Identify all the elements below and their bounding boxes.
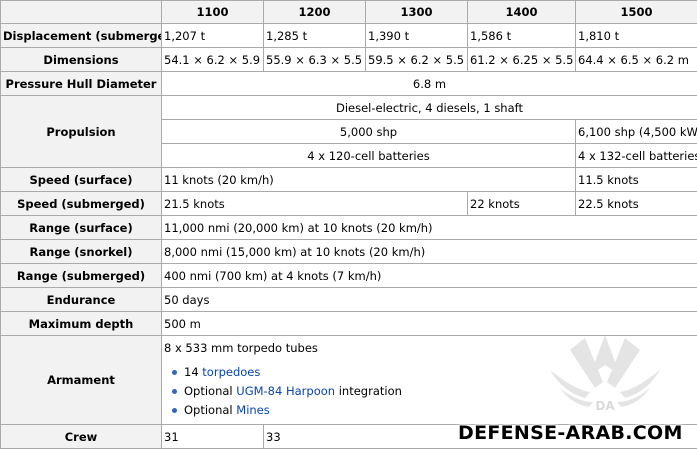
cell-value: 61.2 × 6.25 × 5.5 m: [467, 47, 576, 72]
row-dimensions: Dimensions 54.1 × 6.2 × 5.9 m 55.9 × 6.3…: [0, 47, 697, 72]
cell-value: 21.5 knots: [161, 191, 468, 216]
cell-value: 5,000 shp: [161, 119, 576, 144]
row-label: Propulsion: [0, 95, 162, 168]
header-row: 1100 1200 1300 1400 1500: [0, 0, 697, 24]
header-1100: 1100: [161, 0, 264, 24]
mines-link[interactable]: Mines: [236, 403, 269, 417]
torpedoes-link[interactable]: torpedoes: [202, 365, 260, 379]
row-label: Range (snorkel): [0, 239, 162, 264]
header-1400: 1400: [467, 0, 576, 24]
cell-value: 1,207 t: [161, 23, 264, 48]
cell-value: 55.9 × 6.3 × 5.5 m: [263, 47, 366, 72]
cell-value: 8,000 nmi (15,000 km) at 10 knots (20 km…: [161, 239, 697, 264]
cell-value: 54.1 × 6.2 × 5.9 m: [161, 47, 264, 72]
row-label: Range (submerged): [0, 263, 162, 288]
cell-value: 1,810 t: [575, 23, 697, 48]
cell-value: 6.8 m: [161, 71, 697, 96]
cell-value: 1,390 t: [365, 23, 468, 48]
armament-item-text: Optional: [184, 402, 237, 417]
row-label: Speed (surface): [0, 167, 162, 192]
row-label: Dimensions: [0, 47, 162, 72]
header-1500: 1500: [575, 0, 697, 24]
row-label: Armament: [0, 335, 162, 425]
watermark-logo-icon: DA: [550, 335, 660, 413]
row-label: Range (surface): [0, 215, 162, 240]
row-pressure-hull: Pressure Hull Diameter 6.8 m: [0, 71, 697, 96]
cell-value: 50 days: [161, 287, 697, 312]
row-speed-submerged: Speed (submerged) 21.5 knots 22 knots 22…: [0, 191, 697, 216]
row-range-surface: Range (surface) 11,000 nmi (20,000 km) a…: [0, 215, 697, 240]
cell-value: 11.5 knots: [575, 167, 697, 192]
cell-value: 1,285 t: [263, 23, 366, 48]
cell-value: 64.4 × 6.5 × 6.2 m: [575, 47, 697, 72]
row-label: Displacement (submerged): [0, 23, 162, 48]
row-displacement: Displacement (submerged) 1,207 t 1,285 t…: [0, 23, 697, 48]
row-label: Pressure Hull Diameter: [0, 71, 162, 96]
cell-value: 11,000 nmi (20,000 km) at 10 knots (20 k…: [161, 215, 697, 240]
cell-value: 1,586 t: [467, 23, 576, 48]
cell-value: 59.5 × 6.2 × 5.5 m: [365, 47, 468, 72]
cell-value: 11 knots (20 km/h): [161, 167, 576, 192]
cell-value: Diesel-electric, 4 diesels, 1 shaft: [161, 95, 697, 120]
row-range-submerged: Range (submerged) 400 nmi (700 km) at 4 …: [0, 263, 697, 288]
row-propulsion: Propulsion Diesel-electric, 4 diesels, 1…: [0, 95, 697, 168]
cell-value: 4 x 132-cell batteries: [575, 143, 697, 168]
row-label: Maximum depth: [0, 311, 162, 336]
row-label: Speed (submerged): [0, 191, 162, 216]
cell-value: 4 x 120-cell batteries: [161, 143, 576, 168]
row-label: Crew: [0, 424, 162, 449]
row-speed-surface: Speed (surface) 11 knots (20 km/h) 11.5 …: [0, 167, 697, 192]
watermark-text: DEFENSE-ARAB.COM: [458, 422, 683, 444]
cell-value: 22.5 knots: [575, 191, 697, 216]
row-range-snorkel: Range (snorkel) 8,000 nmi (15,000 km) at…: [0, 239, 697, 264]
header-1200: 1200: [263, 0, 366, 24]
header-1300: 1300: [365, 0, 468, 24]
armament-item-text: Optional: [184, 383, 237, 398]
cell-value: 6,100 shp (4,500 kW): [575, 119, 697, 144]
armament-item-text: 14: [184, 364, 203, 379]
armament-item-text: integration: [335, 383, 402, 398]
row-endurance: Endurance 50 days: [0, 287, 697, 312]
row-label: Endurance: [0, 287, 162, 312]
cell-value: 400 nmi (700 km) at 4 knots (7 km/h): [161, 263, 697, 288]
watermark-logo-letters: DA: [595, 399, 615, 413]
harpoon-link[interactable]: UGM-84 Harpoon: [236, 384, 335, 398]
cell-value: 31: [161, 424, 264, 449]
cell-value: 22 knots: [467, 191, 576, 216]
header-corner: [0, 0, 162, 24]
